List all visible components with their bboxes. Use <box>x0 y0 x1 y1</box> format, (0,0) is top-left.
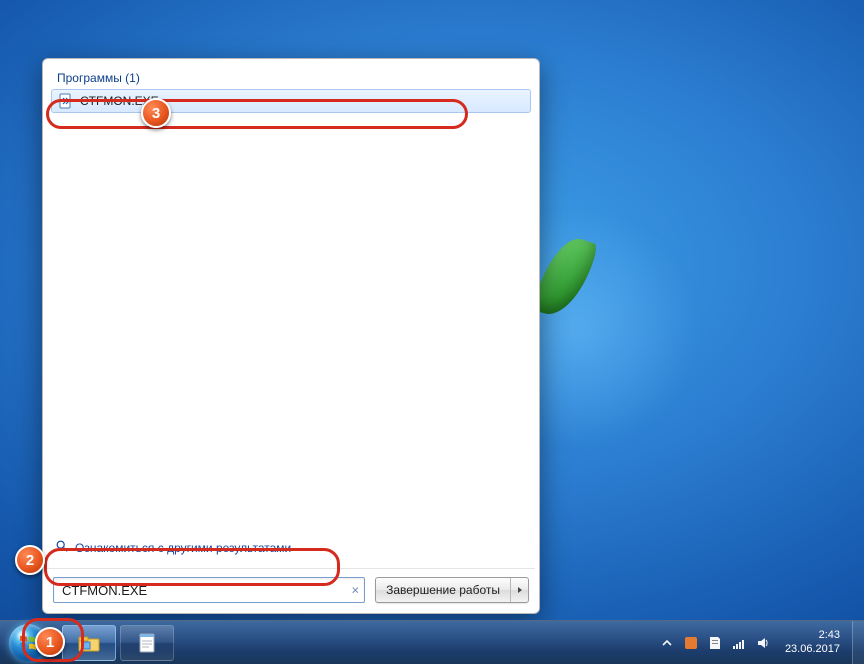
tray-time: 2:43 <box>785 629 840 643</box>
result-item-ctfmon[interactable]: CTFMON.EXE <box>51 89 531 113</box>
tray-date: 23.06.2017 <box>785 643 840 657</box>
wallpaper-leaf <box>531 231 598 323</box>
action-center-icon[interactable] <box>707 635 723 651</box>
search-input[interactable] <box>53 577 365 603</box>
folder-icon <box>77 633 101 653</box>
desktop: Программы (1) CTFMON.EXE Ознакомиться с … <box>0 0 864 664</box>
shutdown-button[interactable]: Завершение работы <box>376 578 510 602</box>
shutdown-split-button: Завершение работы <box>375 577 529 603</box>
windows-orb-icon <box>9 624 47 662</box>
start-menu-bottom-row: × Завершение работы <box>47 569 535 609</box>
tray-clock[interactable]: 2:43 23.06.2017 <box>779 625 846 661</box>
shutdown-menu-arrow[interactable] <box>510 578 528 602</box>
search-icon <box>55 539 69 556</box>
taskbar-item-notepad[interactable] <box>120 625 174 661</box>
taskbar-items <box>56 621 180 664</box>
results-spacer <box>51 113 531 533</box>
start-button[interactable] <box>0 621 56 664</box>
results-group-header: Программы (1) <box>51 69 531 89</box>
file-exe-icon <box>58 93 74 109</box>
network-icon[interactable] <box>731 635 747 651</box>
clear-search-icon[interactable]: × <box>352 583 360 598</box>
start-menu: Программы (1) CTFMON.EXE Ознакомиться с … <box>42 58 540 614</box>
annotation-badge-2: 2 <box>15 545 45 575</box>
chevron-right-icon <box>516 586 524 594</box>
taskbar: 2:43 23.06.2017 <box>0 620 864 664</box>
see-more-label: Ознакомиться с другими результатами <box>75 541 291 555</box>
taskbar-item-explorer[interactable] <box>62 625 116 661</box>
volume-icon[interactable] <box>755 635 771 651</box>
shutdown-label: Завершение работы <box>386 583 500 597</box>
show-desktop-button[interactable] <box>852 621 864 664</box>
result-item-label: CTFMON.EXE <box>80 94 159 108</box>
see-more-results[interactable]: Ознакомиться с другими результатами <box>51 533 531 564</box>
tray-overflow-chevron-icon[interactable] <box>659 635 675 651</box>
notepad-icon <box>136 632 158 654</box>
system-tray: 2:43 23.06.2017 <box>653 621 852 664</box>
search-results-area: Программы (1) CTFMON.EXE Ознакомиться с … <box>47 63 535 569</box>
search-field-wrap: × <box>53 577 365 603</box>
tray-app-icon[interactable] <box>683 635 699 651</box>
